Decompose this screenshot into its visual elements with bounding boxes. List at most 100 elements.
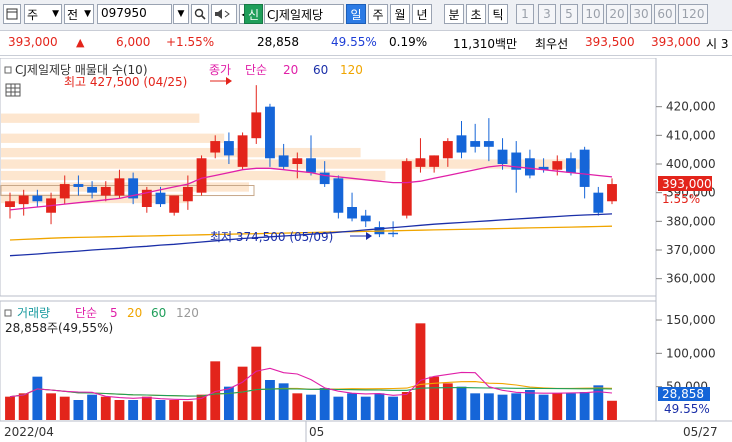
volume-y-tick-label: 100,000 <box>666 346 716 360</box>
volume-bar <box>566 393 576 420</box>
volume-value: 28,858 <box>257 35 299 49</box>
candle-body <box>456 135 467 153</box>
candle-body <box>196 158 207 193</box>
tab-day[interactable]: 일 <box>346 4 366 24</box>
price-change: 6,000 <box>116 35 151 49</box>
code-dropdown-button[interactable]: ▼ <box>173 4 189 24</box>
candle-body <box>114 178 125 196</box>
minute-option-30[interactable]: 30 <box>630 4 652 24</box>
legend-ma20: 20 <box>283 63 298 77</box>
volume-bar <box>552 393 563 420</box>
candle-body <box>306 158 316 173</box>
legend-ma60: 60 <box>313 63 328 77</box>
volume-bar <box>265 380 275 420</box>
candle-body <box>442 141 453 159</box>
volume-bar <box>251 346 262 420</box>
volume-current-value: 28,858주(49,55%) <box>5 321 113 335</box>
candle-body <box>401 161 412 216</box>
candle-body <box>169 195 180 213</box>
minute-option-3[interactable]: 3 <box>538 4 556 24</box>
x-axis-area <box>0 421 732 442</box>
chevron-down-icon: ▼ <box>52 9 59 19</box>
volume-bar <box>538 394 549 420</box>
volume-legend-name: 거래량 <box>17 306 50 320</box>
candle-body <box>566 158 576 173</box>
legend-square-icon <box>4 309 12 317</box>
minute-option-5[interactable]: 5 <box>560 4 578 24</box>
candle-body <box>59 184 70 199</box>
volume-current-tag-text: 28,858 <box>662 387 704 401</box>
volume-bar <box>470 393 481 420</box>
volume-bar <box>524 390 535 420</box>
volume-bar <box>128 400 139 420</box>
volume-bar <box>607 400 617 420</box>
candle-body <box>5 201 15 207</box>
volume-bar <box>223 386 234 420</box>
candle-body <box>73 184 84 187</box>
volume-profile-band <box>1 113 200 123</box>
y-tick-label: 420,000 <box>666 100 716 114</box>
minute-option-60[interactable]: 60 <box>654 4 676 24</box>
volume-bar <box>5 396 15 420</box>
table-icon[interactable] <box>5 83 21 97</box>
x-axis-end: 05/27 <box>683 425 718 439</box>
period-select-value: 주 <box>27 7 39 22</box>
tab-second[interactable]: 초 <box>466 4 486 24</box>
volume-bar <box>593 385 604 420</box>
candle-body <box>32 195 43 202</box>
x-axis-start: 2022/04 <box>4 425 54 439</box>
volume-bar <box>18 393 29 420</box>
minute-option-20[interactable]: 20 <box>606 4 628 24</box>
tab-week[interactable]: 주 <box>368 4 388 24</box>
legend-ma120: 120 <box>340 63 363 77</box>
minute-option-1[interactable]: 1 <box>516 4 534 24</box>
new-badge[interactable]: 신 <box>244 4 263 24</box>
candle-body <box>278 155 289 167</box>
candle-body <box>210 141 221 153</box>
volume-bar <box>32 376 43 420</box>
search-button[interactable] <box>191 4 209 24</box>
volume-bar <box>360 396 371 420</box>
candle-body <box>347 207 357 219</box>
candle-body <box>552 161 563 170</box>
y-tick-label: 410,000 <box>666 128 716 142</box>
change-percent: +1.55% <box>166 35 215 49</box>
volume-bar <box>497 394 508 420</box>
volume-bar <box>100 396 111 420</box>
tab-tick[interactable]: 틱 <box>488 4 508 24</box>
minute-option-10[interactable]: 10 <box>582 4 604 24</box>
legend-ma-type: 단순 <box>245 63 267 77</box>
tab-minute[interactable]: 분 <box>444 4 464 24</box>
volume-legend-ma60: 60 <box>151 306 166 320</box>
candle-body <box>100 186 111 196</box>
volume-bar <box>46 393 56 420</box>
volume-profile-band <box>1 133 225 143</box>
candle-body <box>483 141 494 147</box>
volume-bar <box>73 400 84 420</box>
window-icon[interactable] <box>3 4 21 24</box>
candle-body <box>579 149 590 187</box>
prev-select[interactable]: 전 ▼ <box>64 4 94 24</box>
candle-body <box>18 195 29 205</box>
volume-legend-ma5: 5 <box>110 306 118 320</box>
stock-code-input[interactable]: 097950 <box>97 4 172 24</box>
high-label: 최고 427,500 (04/25) <box>64 75 187 89</box>
sound-button[interactable] <box>211 4 237 24</box>
tab-year[interactable]: 년 <box>412 4 432 24</box>
y-tick-label: 380,000 <box>666 214 716 228</box>
stock-chart[interactable]: 420,000410,000400,000390,000380,000370,0… <box>0 58 732 442</box>
volume-profile-band <box>1 147 361 158</box>
candle-body <box>429 155 440 167</box>
period-select[interactable]: 주 ▼ <box>24 4 62 24</box>
tab-month[interactable]: 월 <box>390 4 410 24</box>
candle-body <box>251 112 262 139</box>
volume-bar <box>374 393 385 420</box>
candle-body <box>237 135 248 167</box>
ask-price: 393,500 <box>585 35 635 49</box>
volume-bar <box>415 323 426 420</box>
volume-bar <box>511 393 522 420</box>
chevron-down-icon: ▼ <box>84 9 91 19</box>
legend-square-icon <box>4 66 12 74</box>
volume-bar <box>319 388 330 420</box>
minute-option-120[interactable]: 120 <box>678 4 708 24</box>
